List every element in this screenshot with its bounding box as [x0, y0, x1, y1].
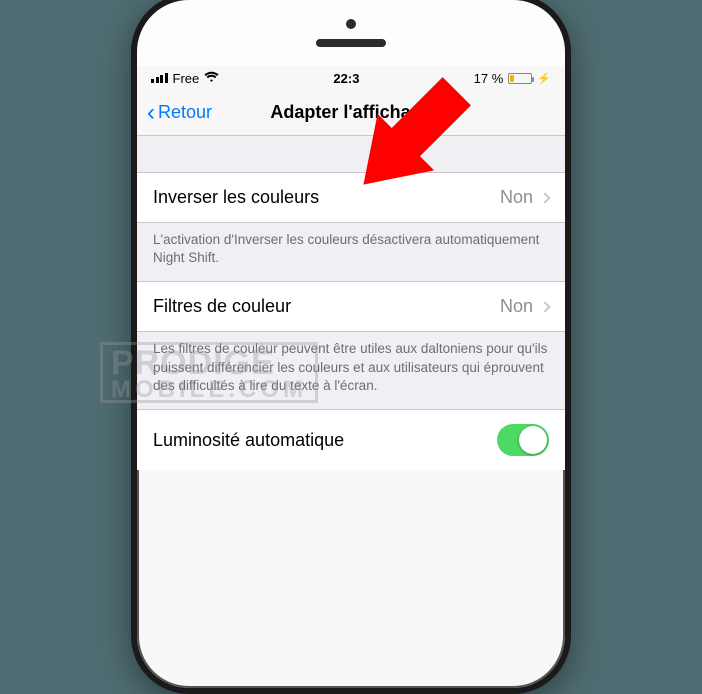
- signal-icon: [151, 73, 168, 83]
- phone-top-bezel: [137, 0, 565, 66]
- chevron-right-icon: [539, 192, 550, 203]
- clock: 22:3: [333, 71, 359, 86]
- invert-colors-value: Non: [500, 187, 533, 208]
- auto-brightness-toggle[interactable]: [497, 424, 549, 456]
- battery-icon: [508, 73, 532, 84]
- volume-up-button: [131, 175, 132, 231]
- front-camera: [346, 19, 356, 29]
- battery-percentage: 17 %: [474, 71, 504, 86]
- invert-colors-row[interactable]: Inverser les couleurs Non: [137, 172, 565, 223]
- back-label: Retour: [158, 102, 212, 123]
- chevron-right-icon: [539, 301, 550, 312]
- wifi-icon: [204, 70, 219, 86]
- chevron-left-icon: ‹: [147, 101, 155, 125]
- mute-switch: [131, 120, 132, 156]
- power-button: [570, 165, 571, 231]
- earpiece-speaker: [316, 39, 386, 47]
- charging-icon: ⚡: [537, 72, 551, 85]
- color-filters-label: Filtres de couleur: [153, 296, 291, 317]
- volume-down-button: [131, 245, 132, 301]
- carrier-label: Free: [173, 71, 200, 86]
- auto-brightness-row: Luminosité automatique: [137, 409, 565, 470]
- color-filters-value: Non: [500, 296, 533, 317]
- invert-colors-label: Inverser les couleurs: [153, 187, 319, 208]
- invert-colors-footer: L'activation d'Inverser les couleurs dés…: [137, 223, 565, 281]
- color-filters-footer: Les filtres de couleur peuvent être util…: [137, 332, 565, 409]
- auto-brightness-label: Luminosité automatique: [153, 430, 344, 451]
- color-filters-row[interactable]: Filtres de couleur Non: [137, 281, 565, 332]
- nav-bar: ‹ Retour Adapter l'affichage: [137, 90, 565, 136]
- screen: Free 22:3 17 % ⚡ ‹ Retour Adapter l'affi…: [137, 66, 565, 470]
- phone-frame: Free 22:3 17 % ⚡ ‹ Retour Adapter l'affi…: [131, 0, 571, 694]
- status-bar: Free 22:3 17 % ⚡: [137, 66, 565, 90]
- back-button[interactable]: ‹ Retour: [147, 101, 212, 125]
